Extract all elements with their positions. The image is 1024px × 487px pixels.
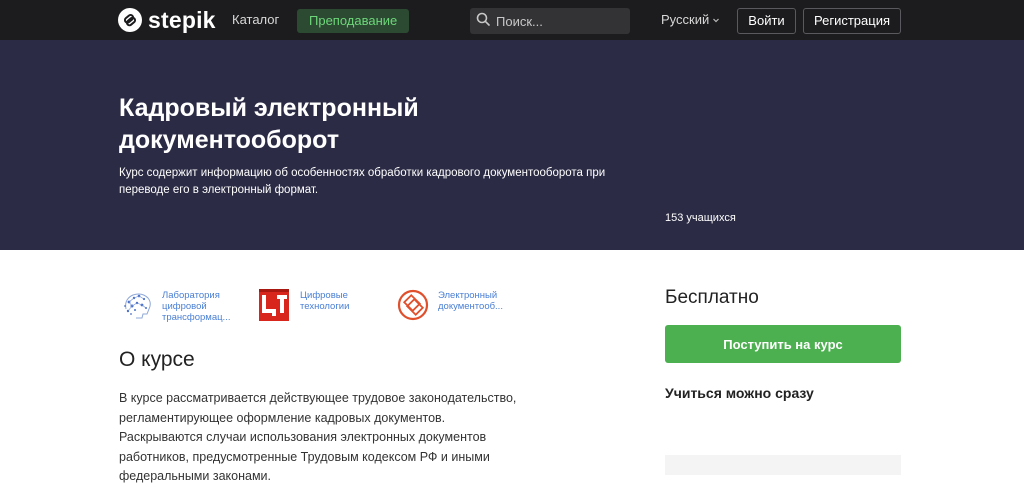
top-navbar: stepik Каталог Преподавание Русский Войт… xyxy=(0,0,1024,40)
about-heading: О курсе xyxy=(119,348,195,371)
register-button[interactable]: Регистрация xyxy=(803,8,901,34)
document-circle-icon xyxy=(396,287,432,323)
stepik-logo[interactable]: stepik xyxy=(118,7,216,33)
enroll-button[interactable]: Поступить на курс xyxy=(665,325,901,363)
author-name: Лаборатория цифровой трансформац... xyxy=(162,290,231,323)
author-name: Цифровые технологии xyxy=(300,290,350,312)
search-icon xyxy=(476,12,490,31)
language-label: Русский xyxy=(661,12,710,27)
course-summary: Курс содержит информацию об особенностях… xyxy=(119,167,606,196)
cifrovye-tehnologii-logo-icon xyxy=(258,287,294,323)
course-title: Кадровый электронный документооборот xyxy=(119,94,419,154)
author-name: Электронный документооб... xyxy=(438,290,503,312)
course-price: Бесплатно xyxy=(665,287,759,308)
search-box[interactable] xyxy=(470,8,630,34)
about-description: В курсе рассматривается действующее труд… xyxy=(119,391,517,483)
sidebar-info-card xyxy=(665,455,901,475)
author-card-cifra[interactable]: Цифровые технологии xyxy=(258,287,372,323)
login-button[interactable]: Войти xyxy=(737,8,796,34)
author-card-edo[interactable]: Электронный документооб... xyxy=(396,287,510,323)
logo-text: stepik xyxy=(148,7,216,33)
start-now-label: Учиться можно сразу xyxy=(665,385,814,401)
nav-teach-button[interactable]: Преподавание xyxy=(297,9,410,33)
chevron-down-icon xyxy=(712,12,720,27)
learners-count: 153 учащихся xyxy=(665,212,736,224)
search-input[interactable] xyxy=(496,13,621,29)
nav-catalog-link[interactable]: Каталог xyxy=(232,12,279,27)
language-selector[interactable]: Русский xyxy=(661,12,720,27)
course-hero: Кадровый электронный документооборот Кур… xyxy=(0,40,1024,250)
stepik-logo-icon xyxy=(118,8,142,32)
brain-network-icon xyxy=(120,287,156,323)
author-card-lab[interactable]: Лаборатория цифровой трансформац... xyxy=(120,287,234,323)
